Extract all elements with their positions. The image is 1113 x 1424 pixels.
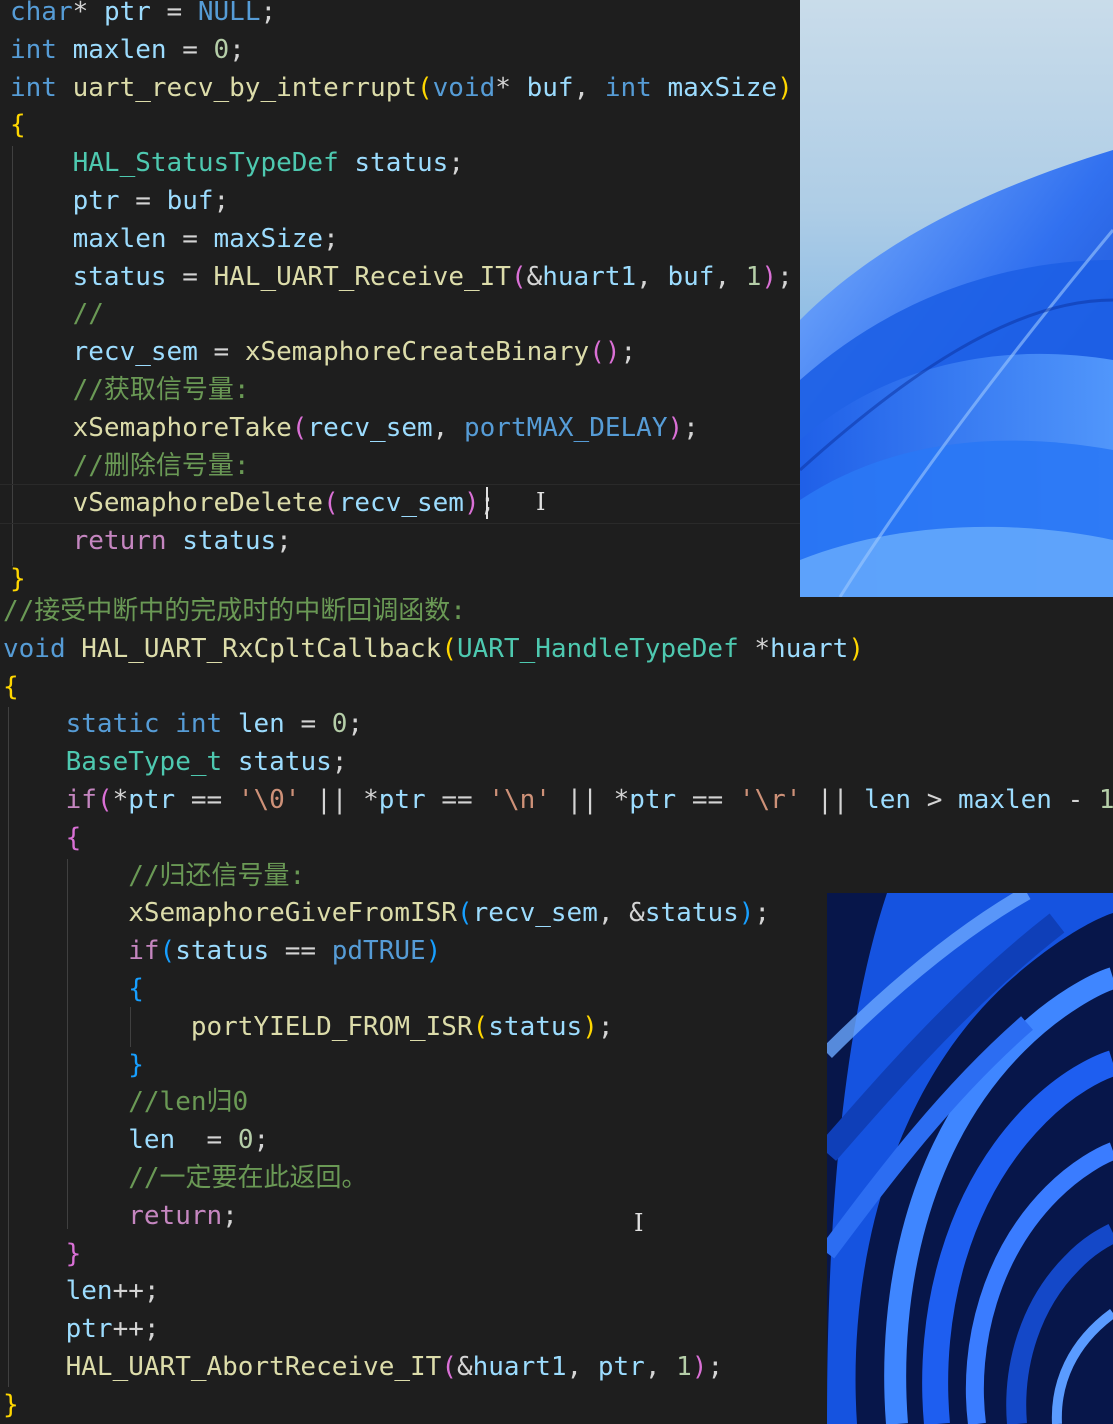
bottom-code-line[interactable]: if(*ptr == '\0' || *ptr == '\n' || *ptr … bbox=[3, 781, 1113, 819]
code-editor-top[interactable]: char* ptr = NULL; int maxlen = 0; int uart… bbox=[0, 0, 800, 597]
text-caret bbox=[486, 487, 488, 519]
top-code-line[interactable]: status = HAL_UART_Receive_IT(&huart1, bu… bbox=[10, 258, 793, 296]
top-code-line[interactable]: int uart_recv_by_interrupt(void* buf, in… bbox=[10, 69, 793, 107]
text-cursor-icon: I bbox=[536, 488, 546, 516]
bottom-code-line[interactable]: //归还信号量: bbox=[3, 857, 305, 895]
desktop-wallpaper-bottom bbox=[827, 893, 1113, 1424]
bottom-code-line[interactable]: //len归0 bbox=[3, 1083, 248, 1121]
top-code-line[interactable]: { bbox=[10, 106, 26, 144]
bottom-code-line[interactable]: len = 0; bbox=[3, 1121, 269, 1159]
bottom-code-line[interactable]: portYIELD_FROM_ISR(status); bbox=[3, 1008, 614, 1046]
bottom-code-line[interactable]: } bbox=[3, 1235, 82, 1273]
wallpaper-bloom-graphic bbox=[800, 150, 1113, 597]
desktop-wallpaper-top bbox=[800, 0, 1113, 597]
top-code-line[interactable]: return status; bbox=[10, 522, 292, 560]
text-cursor-icon: I bbox=[634, 1209, 644, 1237]
bottom-code-line[interactable]: HAL_UART_AbortReceive_IT(&huart1, ptr, 1… bbox=[3, 1348, 723, 1386]
bottom-code-line[interactable]: { bbox=[3, 819, 82, 857]
wallpaper-swirl-graphic bbox=[827, 893, 1113, 1424]
bottom-code-line[interactable]: xSemaphoreGiveFromISR(recv_sem, &status)… bbox=[3, 894, 770, 932]
bottom-code-line[interactable]: } bbox=[3, 1386, 19, 1424]
bottom-code-line[interactable]: ptr++; bbox=[3, 1310, 160, 1348]
bottom-code-line[interactable]: if(status == pdTRUE) bbox=[3, 932, 441, 970]
bottom-code-line[interactable]: //接受中断中的完成时的中断回调函数: bbox=[3, 597, 466, 630]
top-code-line[interactable]: xSemaphoreTake(recv_sem, portMAX_DELAY); bbox=[10, 409, 699, 447]
top-code-line[interactable]: maxlen = maxSize; bbox=[10, 220, 339, 258]
top-code-line[interactable]: recv_sem = xSemaphoreCreateBinary(); bbox=[10, 333, 637, 371]
bottom-code-line[interactable]: BaseType_t status; bbox=[3, 743, 348, 781]
bottom-code-line[interactable]: { bbox=[3, 668, 19, 706]
bottom-code-line[interactable]: static int len = 0; bbox=[3, 705, 363, 743]
top-code-line[interactable]: ptr = buf; bbox=[10, 182, 230, 220]
top-code-line[interactable]: } bbox=[10, 560, 26, 597]
bottom-code-line[interactable]: return; bbox=[3, 1197, 238, 1235]
top-code-line[interactable]: char* ptr = NULL; bbox=[10, 0, 276, 31]
bottom-code-line[interactable]: void HAL_UART_RxCpltCallback(UART_Handle… bbox=[3, 630, 864, 668]
bottom-code-line[interactable]: len++; bbox=[3, 1272, 160, 1310]
bottom-code-line[interactable]: //一定要在此返回。 bbox=[3, 1159, 367, 1197]
top-code-line[interactable]: //删除信号量: bbox=[10, 447, 250, 485]
top-code-line[interactable]: int maxlen = 0; bbox=[10, 31, 245, 69]
bottom-code-line[interactable]: { bbox=[3, 970, 144, 1008]
top-code-line[interactable]: vSemaphoreDelete(recv_sem); bbox=[10, 484, 496, 522]
bottom-code-line[interactable]: } bbox=[3, 1046, 144, 1084]
top-code-line[interactable]: //获取信号量: bbox=[10, 371, 250, 409]
top-code-line[interactable]: // bbox=[10, 295, 104, 333]
top-code-line[interactable]: HAL_StatusTypeDef status; bbox=[10, 144, 464, 182]
